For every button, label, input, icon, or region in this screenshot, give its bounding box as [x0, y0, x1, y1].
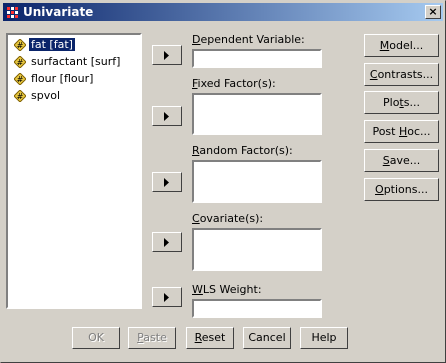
svg-text:#: # [17, 92, 24, 101]
scale-variable-icon: # [14, 90, 26, 102]
dependent-variable-label: Dependent Variable: [192, 33, 305, 46]
right-arrow-icon [164, 112, 169, 121]
scale-variable-icon: # [14, 39, 26, 51]
ok-button[interactable]: OK [72, 327, 120, 349]
save-button[interactable]: Save... [364, 149, 439, 172]
move-to-covariate-button[interactable] [152, 232, 182, 252]
help-button[interactable]: Help [300, 327, 348, 349]
dependent-variable-field[interactable] [192, 49, 322, 68]
variable-label: spvol [31, 89, 61, 102]
fixed-factors-label: Fixed Factor(s): [192, 77, 276, 90]
wls-weight-field[interactable] [192, 299, 322, 318]
svg-text:#: # [17, 41, 24, 50]
plots-button[interactable]: Plots... [364, 91, 439, 114]
app-icon [7, 7, 18, 18]
wls-weight-label: WLS Weight: [192, 283, 262, 296]
right-arrow-icon [164, 51, 169, 60]
title-bar[interactable]: Univariate × [3, 3, 443, 21]
covariates-list[interactable] [192, 228, 322, 271]
variable-label: surfactant [surf] [31, 55, 121, 68]
post-hoc-button[interactable]: Post Hoc... [364, 120, 439, 143]
random-factors-list[interactable] [192, 160, 322, 203]
move-to-wls-weight-button[interactable] [152, 287, 182, 307]
window-title: Univariate [23, 5, 94, 19]
right-arrow-icon [164, 238, 169, 247]
move-to-dependent-button[interactable] [152, 45, 182, 65]
scale-variable-icon: # [14, 73, 26, 85]
close-icon: × [428, 5, 438, 18]
cancel-button[interactable]: Cancel [243, 327, 291, 349]
list-item[interactable]: # surfactant [surf] [14, 54, 122, 70]
contrasts-button[interactable]: Contrasts... [364, 63, 439, 86]
move-to-fixed-factor-button[interactable] [152, 106, 182, 126]
list-item[interactable]: # fat [fat] [14, 37, 76, 53]
univariate-dialog: Univariate × # fat [fat] # surfactant [s… [0, 0, 446, 363]
fixed-factors-list[interactable] [192, 93, 322, 135]
variable-label: fat [fat] [28, 37, 76, 52]
source-variable-list[interactable]: # fat [fat] # surfactant [surf] # flour … [6, 33, 142, 309]
svg-text:#: # [17, 58, 24, 67]
covariates-label: Covariate(s): [192, 212, 264, 225]
scale-variable-icon: # [14, 56, 26, 68]
right-arrow-icon [164, 178, 169, 187]
reset-button[interactable]: Reset [186, 327, 234, 349]
svg-text:#: # [17, 75, 24, 84]
model-button[interactable]: Model... [364, 34, 439, 57]
list-item[interactable]: # flour [flour] [14, 71, 95, 87]
right-arrow-icon [164, 293, 169, 302]
options-button[interactable]: Options... [364, 178, 439, 201]
paste-button[interactable]: Paste [128, 327, 176, 349]
close-button[interactable]: × [425, 5, 441, 19]
variable-label: flour [flour] [31, 72, 94, 85]
random-factors-label: Random Factor(s): [192, 144, 293, 157]
list-item[interactable]: # spvol [14, 88, 62, 104]
move-to-random-factor-button[interactable] [152, 172, 182, 192]
